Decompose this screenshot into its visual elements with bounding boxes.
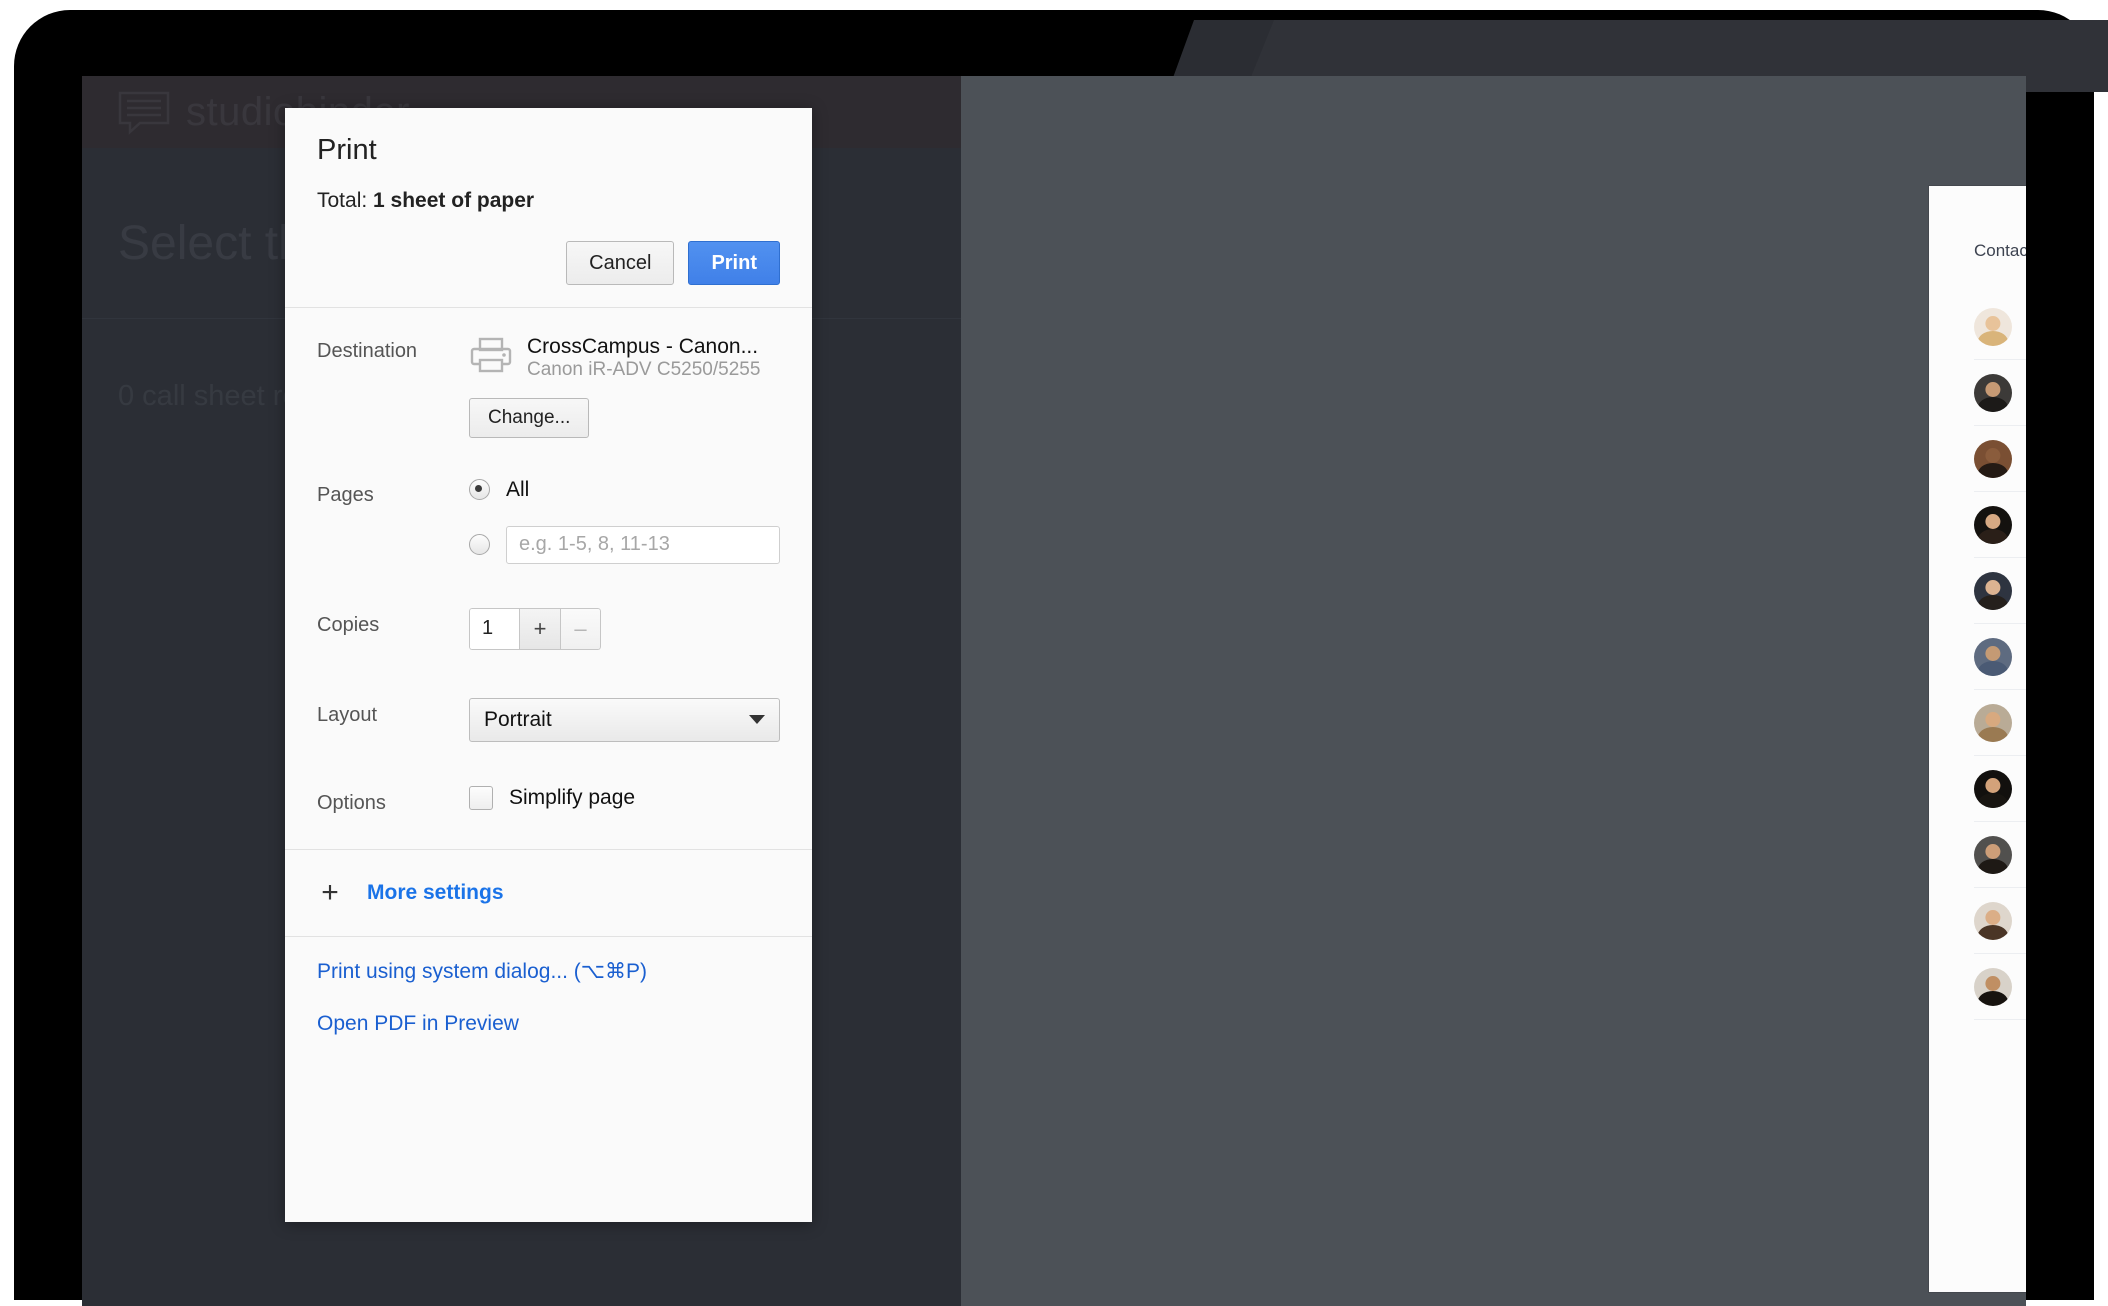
table-row: Robert KirazExecutive Producerrobertkira…	[1974, 558, 2026, 624]
avatar	[1974, 703, 2012, 742]
options-label: Options	[317, 791, 386, 814]
print-preview-backdrop: Contacts Milenda AndrewsExecutive Produc…	[961, 76, 2026, 1306]
contacts-table: Milenda AndrewsExecutive Producermandrew…	[1974, 294, 2026, 1020]
preview-document-title: Contacts	[1974, 241, 2026, 260]
avatar	[1974, 439, 2012, 478]
print-settings: Destination CrossCampus - Canon... Canon…	[285, 334, 812, 849]
setting-row-copies: Copies 1 + –	[285, 607, 812, 650]
dialog-links: Print using system dialog... (⌥⌘P) Open P…	[285, 937, 812, 1036]
avatar	[1974, 307, 2012, 346]
pages-custom-input[interactable]: e.g. 1-5, 8, 11-13	[506, 525, 780, 564]
destination-printer-name: CrossCampus - Canon...	[527, 335, 759, 358]
cancel-button[interactable]: Cancel	[566, 241, 675, 285]
avatar	[1974, 637, 2012, 676]
table-row: John Lynn-scottExecutive Producerjohn@te…	[1974, 360, 2026, 426]
destination-value[interactable]: CrossCampus - Canon... Canon iR-ADV C525…	[469, 334, 780, 382]
table-row: Milenda AndrewsExecutive Producermandrew…	[1974, 294, 2026, 360]
total-summary: Total: 1 sheet of paper	[317, 189, 780, 213]
total-label: Total:	[317, 189, 374, 212]
setting-row-options: Options Simplify page	[285, 785, 812, 849]
destination-text: CrossCampus - Canon... Canon iR-ADV C525…	[527, 334, 760, 382]
print-dialog: Print Total: 1 sheet of paper Cancel Pri…	[285, 108, 812, 1222]
avatar	[1974, 967, 2012, 1006]
table-row: Shant Kiraz1st Assistant Directorshant@s…	[1974, 822, 2026, 888]
avatar	[1974, 505, 2012, 544]
copies-stepper: 1 + –	[469, 607, 601, 650]
pages-all-radio[interactable]	[469, 479, 490, 501]
copies-increment-button[interactable]: +	[519, 607, 560, 650]
dialog-title: Print	[317, 134, 377, 166]
destination-control: CrossCampus - Canon... Canon iR-ADV C525…	[469, 334, 780, 438]
chevron-down-icon	[749, 715, 765, 725]
change-destination-button[interactable]: Change...	[469, 397, 590, 438]
more-settings-row[interactable]: + More settings	[285, 850, 812, 936]
print-using-system-dialog-link[interactable]: Print using system dialog... (⌥⌘P)	[317, 959, 780, 984]
table-row: Dave BrickerDirector of Photographydave@…	[1974, 888, 2026, 954]
divider	[285, 307, 812, 308]
simplify-page-label: Simplify page	[509, 785, 636, 809]
pages-custom-radio[interactable]	[469, 534, 490, 556]
pages-all-label: All	[506, 477, 530, 501]
layout-label: Layout	[317, 703, 378, 726]
table-row: Zack BarronProduction CoordinatorHostess…	[1974, 690, 2026, 756]
total-value: 1 sheet of paper	[373, 189, 535, 212]
copies-input[interactable]: 1	[469, 607, 519, 650]
simplify-page-option[interactable]: Simplify page	[469, 785, 780, 810]
table-row: MelDirectorshant@kirazphotography.cor(81…	[1974, 624, 2026, 690]
destination-printer-model: Canon iR-ADV C5250/5255	[527, 359, 761, 381]
table-row: Rob BinjderDirectorbinjder@gmail.com(818…	[1974, 492, 2026, 558]
screenshot-root: studiobinder Robert Kiraz Select the ...…	[0, 0, 2108, 1306]
table-row: Steve JonesExecutive Producersteve@demo.…	[1974, 426, 2026, 492]
setting-row-layout: Layout Portrait	[285, 697, 812, 742]
dialog-action-bar: Cancel Print	[285, 241, 812, 307]
print-dialog-header: Print Total: 1 sheet of paper	[285, 108, 812, 213]
setting-row-destination: Destination CrossCampus - Canon... Canon…	[285, 334, 812, 438]
open-pdf-in-preview-link[interactable]: Open PDF in Preview	[317, 1012, 780, 1036]
pages-label: Pages	[317, 483, 374, 506]
speech-bubble-logo-icon	[116, 89, 172, 135]
copies-decrement-button[interactable]: –	[560, 607, 601, 650]
avatar	[1974, 373, 2012, 412]
plus-icon: +	[321, 875, 339, 909]
pages-control: All e.g. 1-5, 8, 11-13	[469, 478, 780, 564]
avatar	[1974, 571, 2012, 610]
setting-row-pages: Pages All e.g. 1-5, 8, 11-13	[285, 478, 812, 564]
layout-control: Portrait	[469, 697, 780, 742]
avatar	[1974, 901, 2012, 940]
print-button[interactable]: Print	[688, 241, 780, 285]
table-row: Adam BelkinProduction Sound Mixeradam.be…	[1974, 954, 2026, 1020]
pages-all-option[interactable]: All	[469, 478, 780, 502]
layout-selected-value: Portrait	[484, 707, 552, 731]
avatar	[1974, 769, 2012, 808]
options-control: Simplify page	[469, 785, 780, 810]
avatar	[1974, 835, 2012, 874]
print-preview-page: Contacts Milenda AndrewsExecutive Produc…	[1929, 186, 2026, 1292]
layout-select[interactable]: Portrait	[469, 697, 780, 742]
destination-label: Destination	[317, 340, 418, 362]
simplify-page-checkbox[interactable]	[469, 785, 493, 810]
pages-custom-option: e.g. 1-5, 8, 11-13	[469, 525, 780, 564]
copies-label: Copies	[317, 613, 380, 636]
printer-icon	[469, 336, 513, 379]
copies-control: 1 + –	[469, 607, 780, 650]
more-settings-label[interactable]: More settings	[367, 881, 504, 905]
table-row: Bob Cherry"R.O.B."Executive Producerrobe…	[1974, 756, 2026, 822]
